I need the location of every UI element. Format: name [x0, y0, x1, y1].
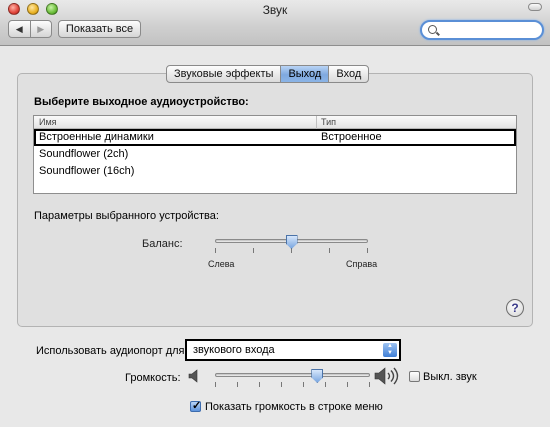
balance-right-label: Справа: [346, 259, 378, 269]
back-button[interactable]: ◀: [9, 21, 31, 37]
output-device-heading: Выберите выходное аудиоустройство:: [34, 96, 249, 108]
help-icon: ?: [511, 301, 519, 315]
audioport-selected-value: звукового входа: [193, 344, 275, 356]
volume-tick: [369, 382, 370, 387]
volume-tick: [281, 382, 282, 387]
show-volume-in-menu-checkbox[interactable]: [190, 399, 201, 412]
forward-button[interactable]: ▶: [31, 21, 52, 37]
show-all-button[interactable]: Показать все: [58, 20, 141, 38]
forward-arrow-icon: ▶: [37, 23, 45, 34]
balance-tick: [329, 248, 330, 253]
balance-left-label: Слева: [208, 259, 235, 269]
volume-tick: [347, 382, 348, 387]
show-volume-in-menu-label[interactable]: Показать громкость в строке меню: [205, 401, 383, 413]
help-button[interactable]: ?: [506, 299, 524, 317]
audioport-label: Использовать аудиопорт для:: [36, 345, 188, 357]
volume-tick: [215, 382, 216, 387]
table-row[interactable]: Встроенные динамики Встроенное: [34, 129, 516, 146]
volume-tick: [237, 382, 238, 387]
tab-sound-effects[interactable]: Звуковые эффекты: [167, 66, 282, 82]
column-separator: [316, 116, 317, 129]
volume-tick: [259, 382, 260, 387]
balance-tick: [253, 248, 254, 253]
tab-bar: Звуковые эффекты Выход Вход: [166, 65, 370, 83]
toolbar-toggle-button[interactable]: [528, 3, 542, 11]
search-field[interactable]: [420, 20, 544, 40]
device-name: Soundflower (2ch): [39, 148, 129, 160]
tab-output[interactable]: Выход: [281, 66, 330, 82]
output-device-table: Имя Тип Встроенные динамики Встроенное S…: [33, 115, 517, 194]
volume-label: Громкость:: [125, 372, 181, 384]
mute-checkbox[interactable]: [409, 371, 420, 382]
volume-tick: [325, 382, 326, 387]
table-row[interactable]: Soundflower (2ch): [34, 146, 516, 163]
tab-input[interactable]: Вход: [329, 66, 368, 82]
balance-tick: [367, 248, 368, 253]
title-bar: Звук ◀ ▶ Показать все: [0, 0, 550, 46]
balance-tick: [215, 248, 216, 253]
volume-track[interactable]: [215, 373, 370, 377]
search-input[interactable]: [440, 23, 535, 37]
device-name: Soundflower (16ch): [39, 165, 135, 177]
updown-arrows-icon: ▲ ▼: [383, 343, 397, 357]
volume-tick: [303, 382, 304, 387]
volume-thumb[interactable]: [311, 369, 324, 383]
output-group-box: [17, 73, 533, 327]
column-header-type[interactable]: Тип: [321, 117, 336, 127]
window-title: Звук: [262, 3, 288, 17]
table-row[interactable]: Soundflower (16ch): [34, 163, 516, 180]
speaker-loud-icon[interactable]: [374, 367, 402, 385]
column-header-name[interactable]: Имя: [39, 117, 57, 127]
mute-label[interactable]: Выкл. звук: [423, 371, 477, 383]
device-name: Встроенные динамики: [39, 131, 154, 143]
back-arrow-icon: ◀: [15, 23, 23, 34]
sound-preferences-window: Звук ◀ ▶ Показать все Звуковые эффекты В…: [0, 0, 550, 427]
search-icon: [428, 25, 437, 34]
speaker-quiet-icon[interactable]: [188, 369, 202, 383]
back-forward-control: ◀ ▶: [8, 20, 52, 38]
device-type: Встроенное: [321, 131, 382, 143]
balance-label: Баланс:: [142, 238, 183, 250]
device-settings-heading: Параметры выбранного устройства:: [34, 210, 219, 222]
audioport-select[interactable]: звукового входа ▲ ▼: [185, 339, 401, 361]
table-header: Имя Тип: [34, 116, 516, 129]
